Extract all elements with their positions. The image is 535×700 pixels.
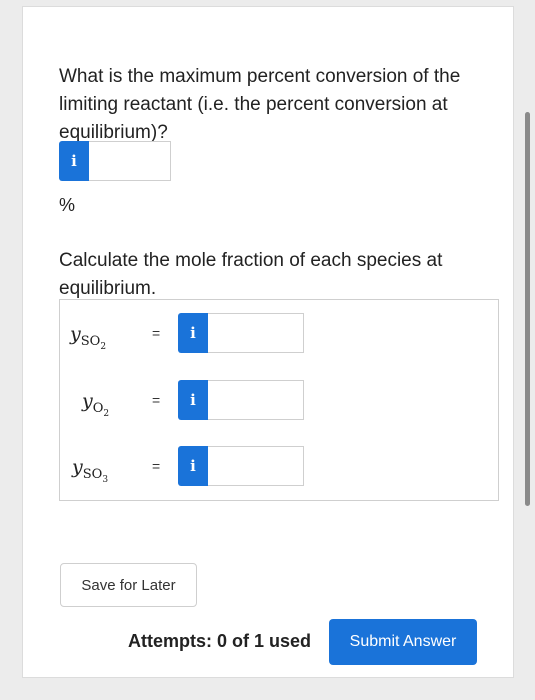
y-o2-input-group: i — [178, 380, 304, 420]
mole-fraction-row-o2: yO2 = i — [60, 380, 498, 420]
y-so2-input[interactable] — [208, 313, 304, 353]
variable-y-so2: ySO2 — [70, 323, 107, 352]
submit-answer-button[interactable]: Submit Answer — [329, 619, 477, 665]
question-card: What is the maximum percent conversion o… — [22, 6, 514, 678]
info-icon[interactable]: i — [59, 141, 89, 181]
question-2-text: Calculate the mole fraction of each spec… — [59, 250, 443, 299]
info-icon[interactable]: i — [178, 313, 208, 353]
mole-fraction-box: ySO2 = i yO2 = i ySO3 = i — [59, 299, 499, 501]
info-icon[interactable]: i — [178, 380, 208, 420]
percent-conversion-input[interactable] — [89, 141, 171, 181]
percent-unit: % — [59, 195, 76, 215]
question-1-text: What is the maximum percent conversion o… — [59, 66, 461, 143]
info-icon[interactable]: i — [178, 446, 208, 486]
y-so3-input[interactable] — [208, 446, 304, 486]
mole-fraction-row-so3: ySO3 = i — [60, 446, 498, 486]
mole-fraction-row-so2: ySO2 = i — [60, 313, 498, 353]
equals-sign: = — [152, 325, 161, 341]
y-so3-input-group: i — [178, 446, 304, 486]
percent-conversion-input-group: i — [59, 141, 171, 181]
save-for-later-button[interactable]: Save for Later — [60, 563, 197, 607]
scrollbar[interactable] — [525, 112, 530, 506]
y-o2-input[interactable] — [208, 380, 304, 420]
attempts-counter: Attempts: 0 of 1 used — [128, 631, 312, 651]
equals-sign: = — [152, 458, 161, 474]
variable-y-o2: yO2 — [82, 390, 110, 419]
variable-y-so3: ySO3 — [72, 456, 109, 485]
y-so2-input-group: i — [178, 313, 304, 353]
equals-sign: = — [152, 392, 161, 408]
